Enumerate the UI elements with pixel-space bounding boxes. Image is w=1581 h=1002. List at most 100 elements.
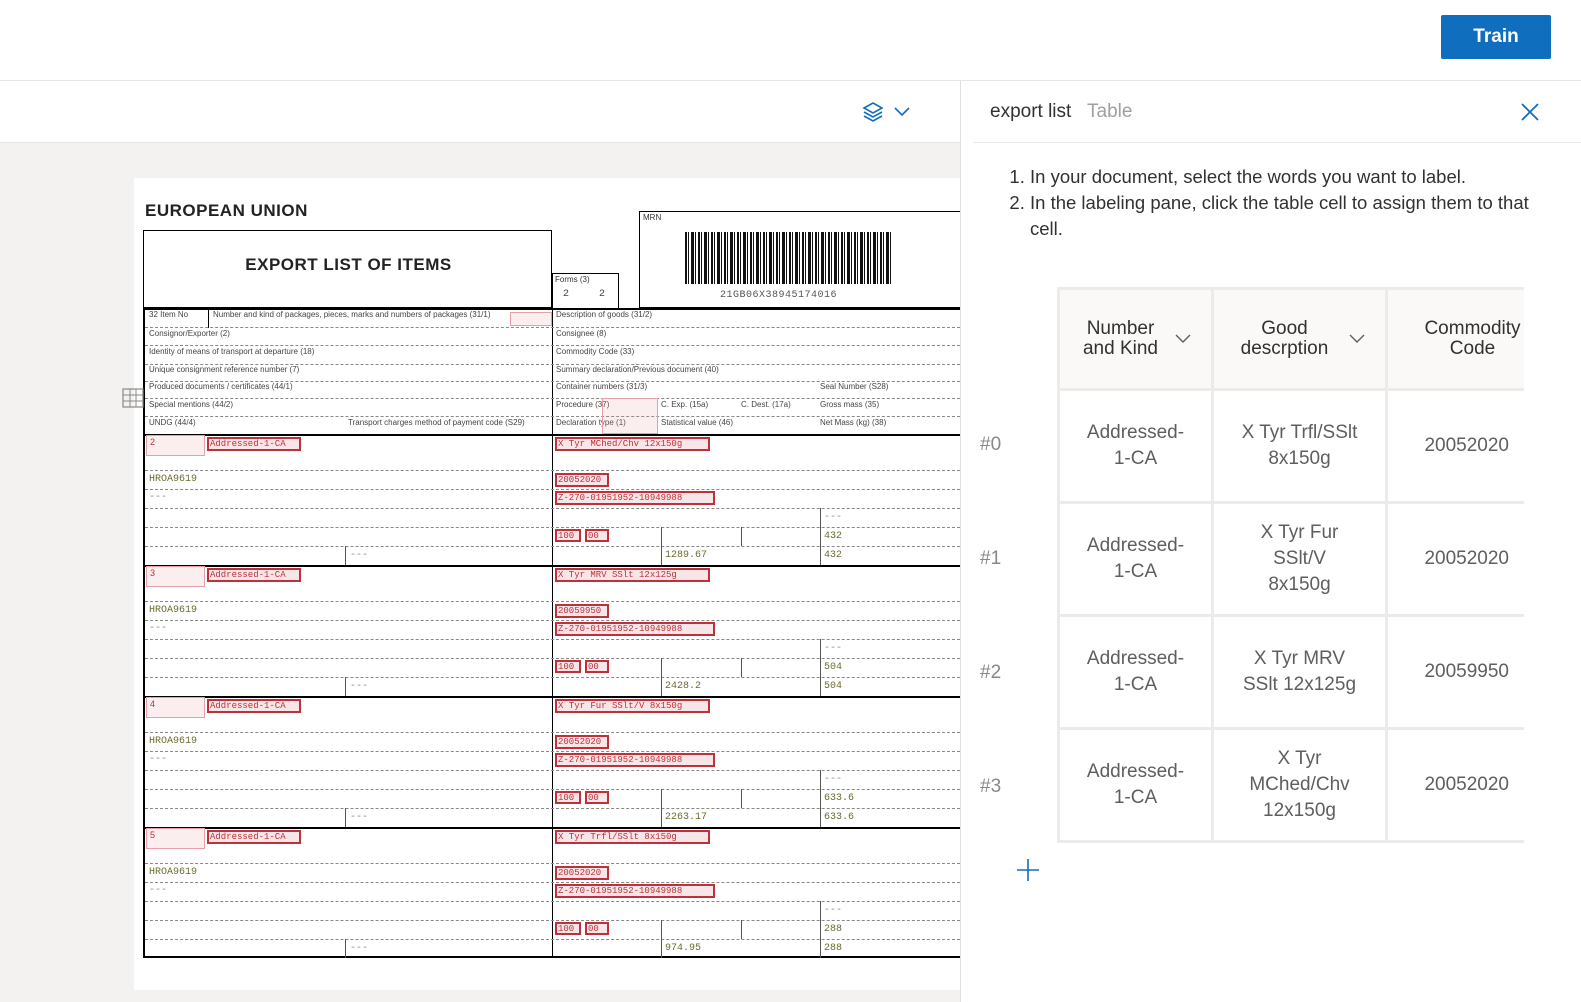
- highlight-reference[interactable]: Z-270-01951952-10949988: [555, 491, 715, 505]
- instructions-list: In your document, select the words you w…: [1030, 164, 1530, 242]
- highlight-commodity-code[interactable]: 20052020: [555, 735, 609, 749]
- highlight-number-kind[interactable]: Addressed-1-CA: [207, 437, 301, 451]
- field-name: export list: [990, 101, 1072, 122]
- field-item-no: 32 Item No: [149, 310, 189, 319]
- table-icon[interactable]: [122, 388, 144, 408]
- item-no-divider: [208, 310, 209, 328]
- table-cell[interactable]: 20059950: [1385, 614, 1524, 730]
- net-mass: 633.6: [824, 812, 855, 823]
- highlight-description[interactable]: X Tyr MRV SSlt 12x125g: [555, 568, 710, 582]
- field-net-mass: Net Mass (kg) (38): [820, 418, 887, 427]
- table-cell[interactable]: X Tyr Trfl/SSlt 8x150g: [1211, 388, 1388, 504]
- row-line: [145, 770, 960, 771]
- row-line: [145, 345, 960, 346]
- highlight-number-kind[interactable]: Addressed-1-CA: [207, 568, 301, 582]
- table-cell[interactable]: 20052020: [1385, 501, 1524, 617]
- item-dash: ---: [350, 943, 369, 954]
- column-header[interactable]: Number and Kind: [1057, 287, 1214, 391]
- field-ucr: Unique consignment reference number (7): [149, 365, 300, 374]
- row-label: #3: [980, 776, 1002, 797]
- mrn-box: MRN 21GB06X38945174016: [639, 211, 960, 308]
- item-code: HROA9619: [149, 605, 198, 616]
- item-dash: ---: [350, 812, 369, 823]
- highlight-description[interactable]: X Tyr MChed/Chv 12x150g: [555, 437, 710, 451]
- soft-highlight: [510, 312, 552, 326]
- item-dash: ---: [149, 754, 168, 765]
- cell-divider: [661, 658, 662, 696]
- highlight-reference[interactable]: Z-270-01951952-10949988: [555, 884, 715, 898]
- add-icon[interactable]: [1015, 857, 1041, 883]
- table-cell[interactable]: Addressed-1-CA: [1057, 501, 1214, 617]
- cell-divider: [820, 639, 821, 696]
- document-page[interactable]: EUROPEAN UNION EXPORT LIST OF ITEMS Form…: [134, 178, 960, 990]
- highlight-c1[interactable]: 100: [555, 791, 581, 804]
- highlight-c2[interactable]: 00: [585, 660, 609, 673]
- field-undg: UNDG (44/4): [149, 418, 196, 427]
- highlight-c2[interactable]: 00: [585, 922, 609, 935]
- chevron-down-icon[interactable]: [1349, 334, 1365, 344]
- row-line: [145, 489, 960, 490]
- document-header: EUROPEAN UNION: [145, 201, 308, 220]
- field-packages: Number and kind of packages, pieces, mar…: [213, 310, 491, 319]
- highlight-c1[interactable]: 100: [555, 922, 581, 935]
- table-row: Addressed-1-CA X Tyr Trfl/SSlt 8x150g 2005…: [1057, 388, 1524, 504]
- row-line: [145, 808, 960, 809]
- gross-mass: 504: [824, 662, 843, 673]
- close-icon[interactable]: [1519, 101, 1541, 123]
- highlight-commodity-code[interactable]: 20052020: [555, 473, 609, 487]
- column-header[interactable]: Good descrption: [1211, 287, 1388, 391]
- highlight-description[interactable]: X Tyr Fur SSlt/V 8x150g: [555, 699, 710, 713]
- table-cell[interactable]: X Tyr MRV SSlt 12x125g: [1211, 614, 1388, 730]
- highlight-number-kind[interactable]: Addressed-1-CA: [207, 830, 301, 844]
- cell-divider: [661, 920, 662, 958]
- form-divider: [552, 310, 553, 958]
- item-dash: ---: [149, 885, 168, 896]
- highlight-c2[interactable]: 00: [585, 529, 609, 542]
- table-cell[interactable]: 20052020: [1385, 388, 1524, 504]
- row-line: [145, 546, 960, 547]
- highlight-reference[interactable]: Z-270-01951952-10949988: [555, 753, 715, 767]
- chevron-down-icon[interactable]: [1175, 334, 1191, 344]
- table-cell[interactable]: Addressed-1-CA: [1057, 727, 1214, 843]
- highlight-number-kind[interactable]: Addressed-1-CA: [207, 699, 301, 713]
- highlight-c1[interactable]: 100: [555, 529, 581, 542]
- label-table: Number and Kind Good descrption Commodit…: [1057, 287, 1524, 843]
- column-header[interactable]: Commodity Code: [1385, 287, 1524, 391]
- highlight-commodity-code[interactable]: 20059950: [555, 604, 609, 618]
- label-table-container: Number and Kind Good descrption Commodit…: [1057, 287, 1524, 843]
- row-line: [145, 751, 960, 752]
- highlight-description[interactable]: X Tyr Trfl/SSlt 8x150g: [555, 830, 710, 844]
- cell-divider: [741, 658, 742, 677]
- layers-dropdown[interactable]: [862, 98, 922, 126]
- item-separator: [145, 827, 960, 829]
- column-header-label: Commodity Code: [1424, 318, 1521, 359]
- pane-divider[interactable]: [960, 81, 973, 1002]
- cell-divider: [661, 789, 662, 827]
- item-dash: ---: [824, 905, 843, 916]
- highlight-c2[interactable]: 00: [585, 791, 609, 804]
- highlight-c1[interactable]: 100: [555, 660, 581, 673]
- document-canvas[interactable]: EUROPEAN UNION EXPORT LIST OF ITEMS Form…: [0, 143, 960, 1002]
- item-number: 5: [150, 830, 156, 840]
- item-code: HROA9619: [149, 736, 198, 747]
- table-cell[interactable]: X Tyr MChed/Chv 12x150g: [1211, 727, 1388, 843]
- field-transport-id: Identity of means of transport at depart…: [149, 347, 315, 356]
- table-row: Addressed-1-CA X Tyr MRV SSlt 12x125g 2005…: [1057, 614, 1524, 730]
- document-toolbar: [0, 81, 960, 143]
- train-button[interactable]: Train: [1441, 15, 1551, 59]
- table-cell[interactable]: 20052020: [1385, 727, 1524, 843]
- highlight-commodity-code[interactable]: 20052020: [555, 866, 609, 880]
- row-label: #1: [980, 548, 1002, 569]
- row-line: [145, 939, 960, 940]
- highlight-reference[interactable]: Z-270-01951952-10949988: [555, 622, 715, 636]
- row-label: #0: [980, 434, 1002, 455]
- row-line: [145, 789, 960, 790]
- row-line: [145, 639, 960, 640]
- table-cell[interactable]: Addressed-1-CA: [1057, 614, 1214, 730]
- table-cell[interactable]: Addressed-1-CA: [1057, 388, 1214, 504]
- cell-divider: [741, 920, 742, 939]
- field-consignor: Consignor/Exporter (2): [149, 329, 230, 338]
- table-cell[interactable]: X Tyr Fur SSlt/V 8x150g: [1211, 501, 1388, 617]
- forms-box: Forms (3) 2 2: [552, 273, 619, 308]
- statistical-value: 2428.2: [665, 681, 702, 692]
